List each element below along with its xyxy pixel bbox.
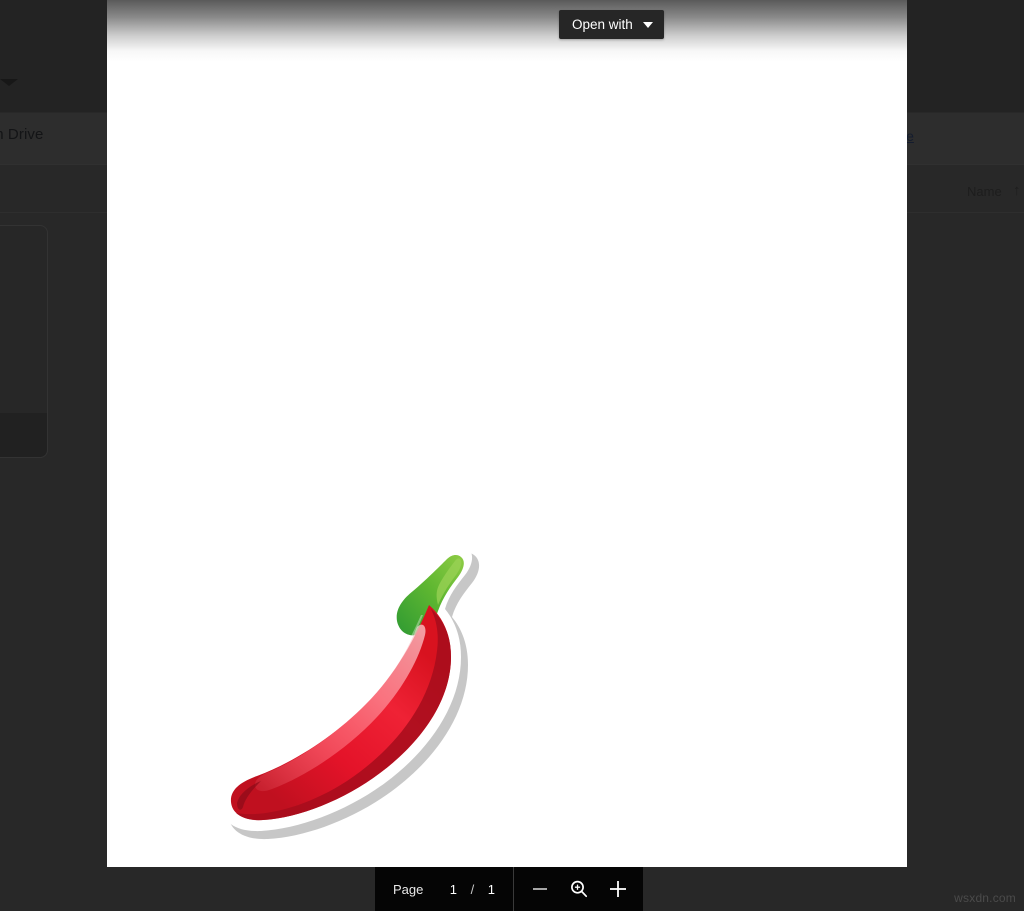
- plus-icon: [609, 881, 626, 897]
- viewer-top-gradient: [107, 0, 907, 62]
- magnifier-plus-icon: [570, 880, 587, 898]
- open-with-label: Open with: [572, 17, 633, 32]
- watermark: wsxdn.com: [954, 891, 1016, 905]
- open-with-button[interactable]: Open with: [559, 10, 664, 39]
- document-image-chili-pepper: [217, 535, 507, 855]
- background-banner-text: k people in Drive: [0, 126, 44, 143]
- page-navigation-group: Page 1 / 1: [375, 867, 515, 911]
- zoom-fit-button[interactable]: [564, 874, 594, 904]
- sort-ascending-arrow-icon[interactable]: ↑: [1013, 183, 1021, 198]
- page-total-number: 1: [487, 881, 495, 897]
- viewer-bottom-toolbar: Page 1 / 1: [375, 867, 643, 911]
- zoom-controls-group: [514, 867, 643, 911]
- document-viewer-overlay: Open with: [107, 0, 907, 867]
- background-dropdown-caret-icon[interactable]: [0, 79, 18, 86]
- page-label: Page: [393, 881, 424, 897]
- chevron-down-icon: [642, 21, 653, 28]
- page-current-number[interactable]: 1: [445, 882, 461, 897]
- background-file-card-footer: [0, 413, 48, 458]
- chili-pepper-illustration-svg: [220, 544, 480, 840]
- minus-icon: [532, 888, 547, 890]
- page-separator: /: [470, 881, 475, 897]
- zoom-in-button[interactable]: [603, 874, 633, 904]
- background-column-header-name[interactable]: Name: [967, 184, 1002, 199]
- zoom-out-button[interactable]: [525, 874, 555, 904]
